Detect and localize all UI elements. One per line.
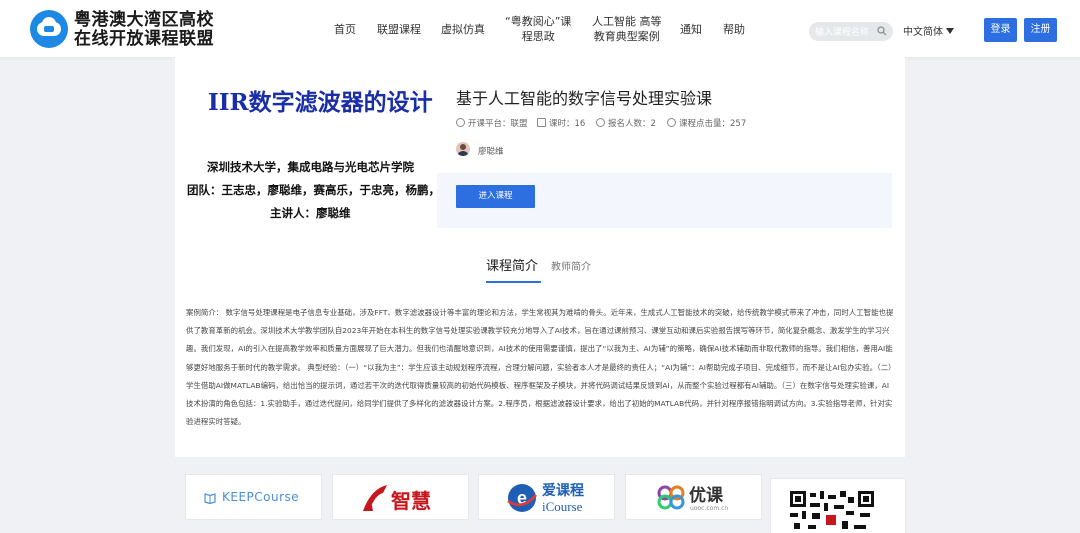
nav-ideological-courses[interactable]: “粤教阅心”课 程思政: [505, 14, 571, 44]
site-brand[interactable]: 粤港澳大湾区高校 在线开放课程联盟: [74, 11, 214, 49]
keepcourse-logo-text: KEEPCourse: [222, 490, 300, 504]
uooc-logo-text: 优课: [689, 486, 723, 506]
caret-down-icon: [946, 28, 954, 34]
nav-notice[interactable]: 通知: [680, 22, 702, 37]
search-input[interactable]: 输入课程名称: [809, 22, 893, 41]
partner-keepcourse[interactable]: KEEPCourse: [185, 474, 322, 520]
meta-hours: 课时：16: [537, 117, 585, 129]
partner-zhihuishu[interactable]: 智慧: [332, 474, 469, 520]
teacher-name[interactable]: 廖聪维: [478, 145, 504, 157]
cover-title: IIR数字滤波器的设计: [208, 89, 433, 116]
partner-icourse[interactable]: e 爱课程 iCourse: [478, 474, 615, 520]
nav-alliance-courses[interactable]: 联盟课程: [377, 22, 421, 37]
alliance-logo-icon[interactable]: [30, 10, 68, 48]
nav-virtual-simulation[interactable]: 虚拟仿真: [441, 22, 485, 37]
partner-uooc[interactable]: 优课 uooc.com.cn: [625, 474, 762, 520]
teacher-avatar[interactable]: [456, 142, 470, 156]
tab-course-intro[interactable]: 课程简介: [486, 255, 538, 274]
icourse-logo-icon: e: [507, 484, 537, 512]
nav-home[interactable]: 首页: [334, 22, 356, 37]
nav-ai-cases[interactable]: 人工智能 高等 教育典型案例: [592, 14, 662, 44]
course-title: 基于人工智能的数字信号处理实验课: [456, 89, 713, 108]
meta-clicks: 课程点击量：257: [667, 117, 746, 129]
login-button[interactable]: 登录: [984, 18, 1017, 42]
enter-course-button[interactable]: 进入课程: [456, 185, 535, 208]
top-header: 粤港澳大湾区高校 在线开放课程联盟 首页 联盟课程 虚拟仿真 “粤教阅心”课 程…: [0, 0, 1080, 57]
monitor-icon: [537, 118, 546, 127]
cover-lecturer: 主讲人：廖聪维: [270, 206, 351, 220]
active-tab-indicator: [486, 281, 541, 283]
user-icon: [667, 118, 676, 127]
uooc-logo-subtext: uooc.com.cn: [690, 505, 729, 512]
icourse-logo-text-en: iCourse: [542, 499, 583, 514]
language-select[interactable]: 中文简体: [903, 23, 954, 38]
shield-icon: [596, 118, 605, 127]
register-button[interactable]: 注册: [1024, 18, 1057, 42]
meta-platform: 开课平台：联盟: [456, 117, 528, 129]
zhihuishu-logo-text: 智慧: [391, 489, 431, 513]
tab-teacher-intro[interactable]: 教师简介: [551, 258, 591, 273]
search-placeholder: 输入课程名称: [815, 28, 870, 38]
course-description: 案例简介： 数字信号处理课程是电子信息专业基础，涉及FFT、数字滤波器设计等丰富…: [186, 308, 894, 427]
cover-institution: 深圳技术大学，集成电路与光电芯片学院: [207, 160, 414, 174]
brand-line-2: 在线开放课程联盟: [74, 29, 214, 49]
cover-team: 团队：王志忠，廖聪维，赛高乐，于忠亮，杨鹏，: [187, 183, 437, 197]
icourse-logo-text-cn: 爱课程: [542, 483, 584, 499]
book-icon: [204, 493, 216, 504]
partner-qr-code[interactable]: [770, 478, 906, 533]
zhihuishu-logo-icon: [363, 485, 387, 511]
platform-icon: [456, 118, 465, 127]
brand-line-1: 粤港澳大湾区高校: [74, 10, 214, 30]
meta-enrolled: 报名人数：2: [596, 117, 656, 129]
search-icon[interactable]: [877, 26, 887, 36]
course-cover-image: IIR数字滤波器的设计 深圳技术大学，集成电路与光电芯片学院 团队：王志忠，廖聪…: [187, 66, 437, 226]
uooc-logo-icon: [657, 485, 685, 510]
qr-code-icon: [790, 491, 874, 529]
nav-help[interactable]: 帮助: [723, 22, 745, 37]
